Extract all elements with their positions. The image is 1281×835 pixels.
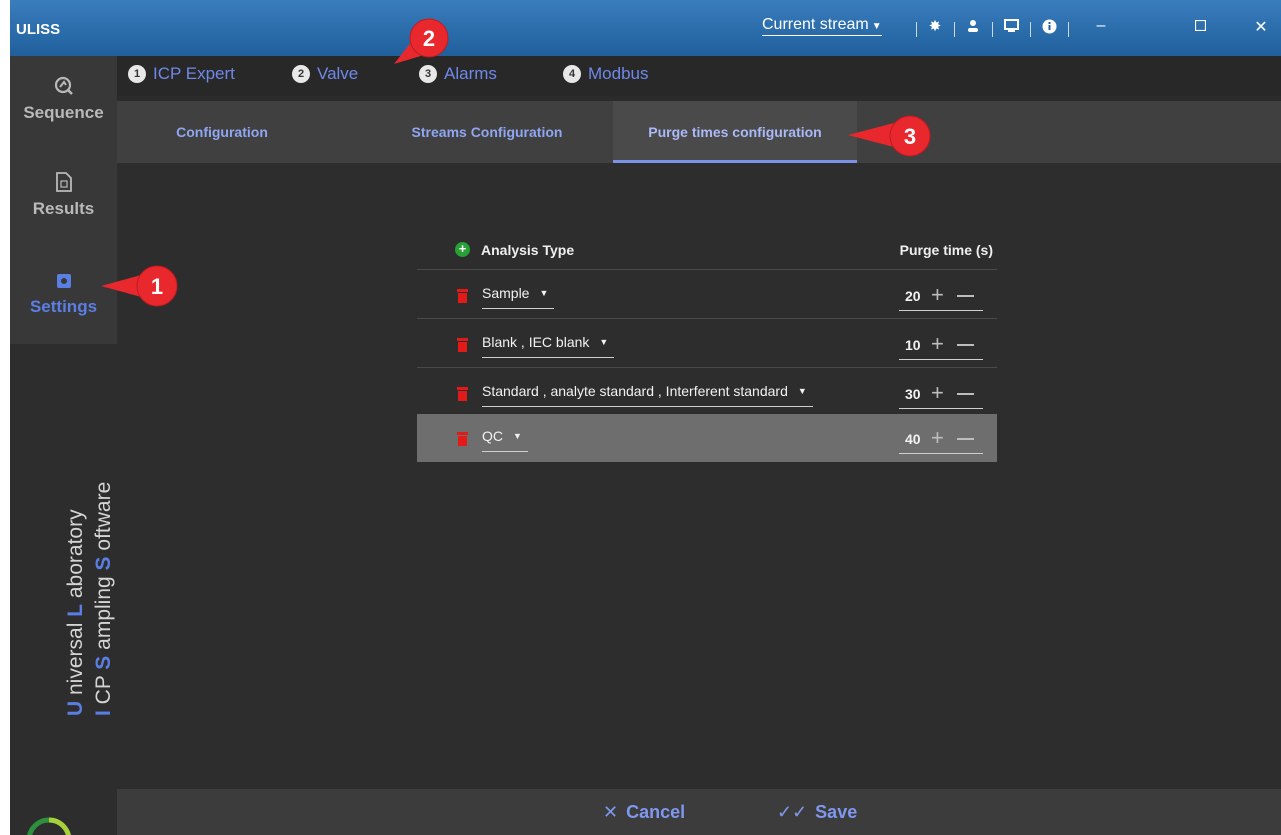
app-title: ULISS — [16, 21, 61, 38]
info-icon[interactable] — [1038, 17, 1060, 38]
minus-icon[interactable] — [957, 295, 974, 297]
tab-configuration[interactable]: Configuration — [127, 101, 317, 163]
minus-icon[interactable] — [957, 393, 974, 395]
callout-2-label: 2 — [423, 26, 435, 51]
double-check-icon: ✓✓ — [777, 802, 808, 822]
step-tab-modbus[interactable]: 4 Modbus — [563, 64, 648, 84]
divider — [992, 22, 993, 37]
divider — [954, 22, 955, 37]
analysis-type-select[interactable]: Standard , analyte standard , Interferen… — [482, 383, 813, 407]
chevron-down-icon: ▼ — [797, 386, 807, 396]
tab-purge-times-configuration[interactable]: Purge times configuration — [613, 101, 857, 163]
purge-time-stepper: 20 + — [899, 282, 983, 311]
nav-sequence-label: Sequence — [23, 103, 104, 122]
purge-time-stepper: 40 + — [899, 425, 983, 454]
cancel-button[interactable]: ✕ Cancel — [603, 802, 685, 823]
callout-2: 2 — [388, 16, 458, 81]
column-analysis-type: Analysis Type — [481, 242, 575, 258]
callout-3: 3 — [846, 115, 946, 170]
chevron-down-icon: ▼ — [513, 431, 522, 441]
footer-bar: ✕ Cancel ✓✓ Save — [117, 789, 1281, 835]
purge-time-value[interactable]: 10 — [905, 337, 921, 353]
trash-icon[interactable] — [457, 338, 468, 352]
tab-streams-configuration[interactable]: Streams Configuration — [377, 101, 597, 163]
table-row: Standard , analyte standard , Interferen… — [417, 369, 997, 417]
title-bar: ULISS Current stream ▼ ✸ – ✕ — [10, 0, 1281, 56]
chevron-down-icon: ▼ — [871, 21, 882, 32]
purge-time-value[interactable]: 40 — [905, 431, 921, 447]
current-stream-dropdown[interactable]: Current stream ▼ — [762, 16, 882, 36]
gear-icon[interactable]: ✸ — [924, 17, 946, 35]
column-purge-time: Purge time (s) — [899, 242, 993, 258]
minus-icon[interactable] — [957, 344, 974, 346]
plus-icon[interactable]: + — [931, 331, 944, 357]
plus-icon[interactable]: + — [931, 425, 944, 451]
nav-results[interactable]: Results — [10, 172, 117, 219]
chevron-down-icon: ▼ — [539, 288, 549, 298]
plus-icon[interactable]: + — [931, 282, 944, 308]
nav-results-label: Results — [32, 199, 95, 218]
close-icon[interactable]: ✕ — [1248, 17, 1274, 37]
add-icon[interactable]: + — [455, 242, 470, 257]
document-icon — [10, 172, 117, 198]
analysis-type-select[interactable]: Sample ▼ — [482, 285, 555, 309]
sub-tab-bar: Configuration Streams Configuration Purg… — [117, 101, 1281, 163]
callout-1-label: 1 — [151, 274, 163, 299]
nav-sequence[interactable]: Sequence — [10, 76, 117, 123]
app-window: ULISS Current stream ▼ ✸ – ✕ Sequence Re… — [10, 0, 1281, 835]
step-tab-valve[interactable]: 2 Valve — [292, 64, 358, 84]
trash-icon[interactable] — [457, 432, 468, 446]
purge-time-stepper: 30 + — [899, 380, 983, 409]
sequence-icon — [10, 76, 117, 102]
callout-3-label: 3 — [904, 124, 916, 149]
table-row: Blank , IEC blank ▼ 10 + — [417, 320, 997, 368]
close-icon: ✕ — [603, 802, 619, 822]
side-navigation: Sequence Results Settings U niversal L a… — [10, 56, 117, 835]
screen-icon[interactable] — [1000, 17, 1022, 37]
minimize-icon[interactable]: – — [1088, 17, 1114, 35]
step-tab-icp-expert[interactable]: 1 ICP Expert — [128, 64, 235, 84]
plus-icon[interactable]: + — [931, 380, 944, 406]
nav-settings-label: Settings — [29, 297, 98, 316]
purge-time-stepper: 10 + — [899, 331, 983, 360]
table-row-selected: QC ▼ 40 + — [417, 414, 997, 462]
trash-icon[interactable] — [457, 289, 468, 303]
user-icon[interactable] — [962, 17, 984, 37]
analysis-type-select[interactable]: QC ▼ — [482, 428, 528, 452]
divider — [1068, 22, 1069, 37]
analysis-type-select[interactable]: Blank , IEC blank ▼ — [482, 334, 615, 358]
app-logo — [27, 817, 71, 835]
minus-icon[interactable] — [957, 438, 974, 440]
divider — [1030, 22, 1031, 37]
table-header: + Analysis Type Purge time (s) — [417, 232, 997, 270]
step-tab-bar: 1 ICP Expert 2 Valve 3 Alarms 4 Modbus — [117, 56, 1281, 96]
save-button[interactable]: ✓✓ Save — [777, 802, 857, 823]
brand-text: U niversal L aboratory I CP S ampling S … — [64, 481, 115, 716]
table-row: Sample ▼ 20 + — [417, 271, 997, 319]
maximize-icon[interactable] — [1187, 17, 1213, 36]
divider — [916, 22, 917, 37]
trash-icon[interactable] — [457, 387, 468, 401]
purge-time-value[interactable]: 20 — [905, 288, 921, 304]
chevron-down-icon: ▼ — [599, 337, 609, 347]
callout-1: 1 — [95, 262, 185, 317]
purge-time-value[interactable]: 30 — [905, 386, 921, 402]
